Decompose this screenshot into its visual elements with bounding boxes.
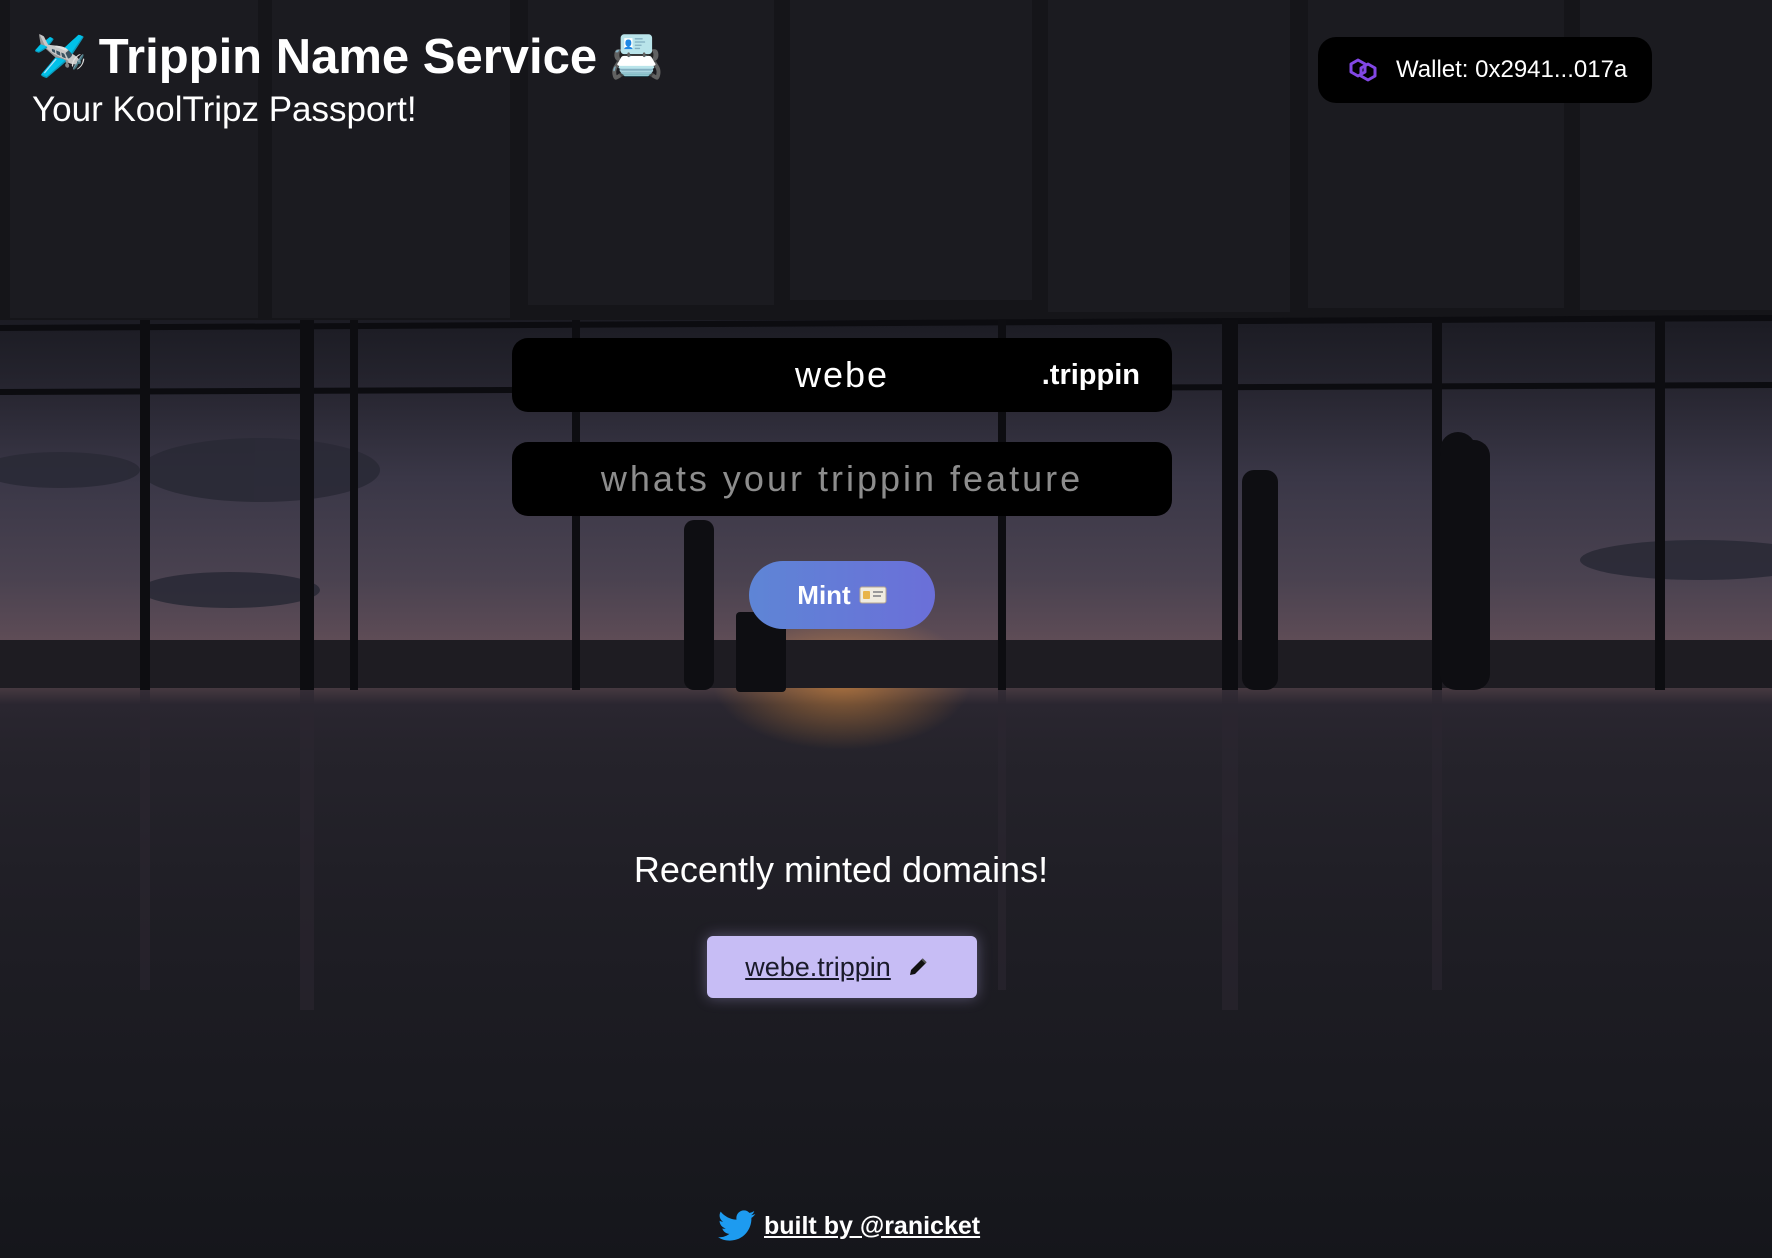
header: 🛩️ Trippin Name Service 📇 Your KoolTripz… bbox=[32, 26, 664, 132]
recent-domains-heading: Recently minted domains! bbox=[633, 849, 1049, 890]
page-title: 🛩️ Trippin Name Service 📇 bbox=[32, 26, 664, 88]
page: 🛩️ Trippin Name Service 📇 Your KoolTripz… bbox=[0, 0, 1772, 1258]
page-subtitle: Your KoolTripz Passport! bbox=[32, 90, 417, 129]
polygon-icon bbox=[1346, 53, 1380, 87]
domain-field: .trippin bbox=[512, 338, 1172, 412]
minted-domain-link[interactable]: webe.trippin bbox=[745, 952, 891, 983]
airport-background bbox=[0, 0, 1772, 1010]
mint-label: Mint bbox=[797, 579, 851, 610]
title-text: Trippin Name Service bbox=[98, 30, 598, 84]
pencil-icon[interactable] bbox=[907, 956, 929, 978]
footer: built by @ranicket bbox=[718, 1210, 980, 1242]
author-link[interactable]: built by @ranicket bbox=[764, 1212, 980, 1241]
mint-button[interactable]: Mint bbox=[749, 561, 935, 629]
minted-domain-item: webe.trippin bbox=[707, 936, 977, 998]
wallet-badge[interactable]: Wallet: 0x2941...017a bbox=[1318, 37, 1652, 103]
id-card-icon bbox=[859, 585, 887, 605]
feature-field bbox=[512, 442, 1172, 516]
wallet-address: Wallet: 0x2941...017a bbox=[1396, 56, 1628, 83]
feature-input[interactable] bbox=[512, 442, 1172, 516]
tld-label: .trippin bbox=[1041, 359, 1140, 391]
twitter-icon bbox=[718, 1210, 756, 1242]
card-index-icon: 📇 bbox=[609, 31, 664, 82]
airplane-icon: 🛩️ bbox=[32, 31, 87, 82]
